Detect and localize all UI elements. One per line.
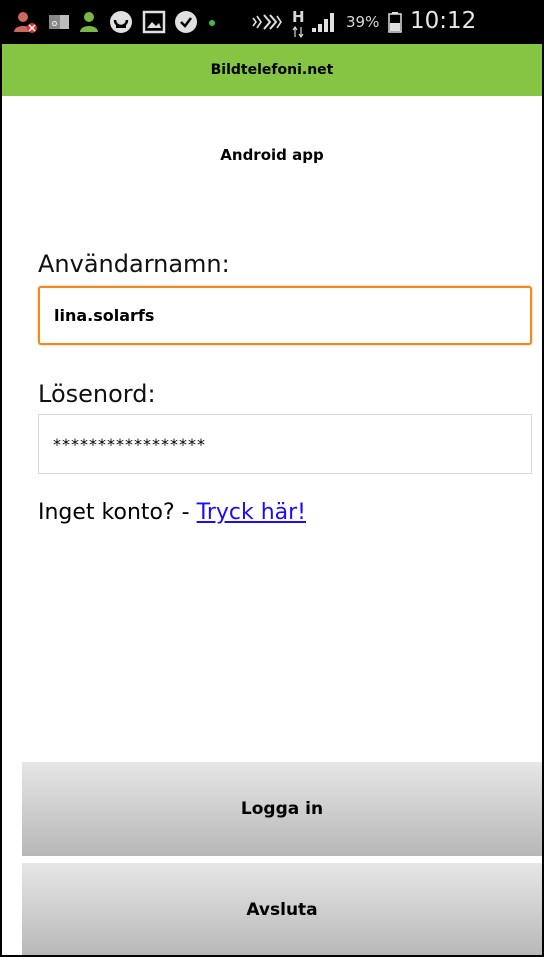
checkmark-icon: [175, 11, 197, 33]
signup-prompt: Inget konto? - Tryck här!: [38, 500, 306, 525]
username-field[interactable]: lina.solarfs: [38, 286, 532, 345]
app-window: o H 39% 10:12 Bildtelefoni.net Android a…: [0, 0, 544, 957]
network-type-label: H: [292, 8, 305, 26]
app-title: Bildtelefoni.net: [210, 62, 334, 78]
username-label: Användarnamn:: [38, 250, 230, 278]
svg-text:o: o: [52, 19, 58, 29]
app-title-bar: Bildtelefoni.net: [2, 44, 542, 96]
nfc-vibrate-icon: [252, 14, 282, 30]
contact-icon: [80, 12, 98, 32]
battery-percent: 39%: [346, 13, 380, 31]
outlook-icon: o: [49, 15, 69, 29]
login-button[interactable]: Logga in: [22, 762, 542, 856]
contact-blocked-icon: [14, 12, 37, 33]
battery-icon: [388, 12, 402, 33]
exit-button[interactable]: Avsluta: [22, 863, 542, 955]
signup-text: Inget konto? -: [38, 500, 197, 525]
notification-dot-icon: [209, 20, 215, 26]
signal-icon: [312, 13, 334, 32]
page-subtitle: Android app: [220, 146, 324, 164]
podcast-icon: [110, 11, 132, 33]
status-bar: o H 39% 10:12: [2, 0, 542, 44]
signup-link[interactable]: Tryck här!: [197, 500, 306, 525]
password-label: Lösenord:: [38, 380, 156, 408]
password-field[interactable]: *****************: [38, 414, 532, 474]
gallery-icon: [142, 10, 166, 34]
data-arrows-icon: [292, 26, 304, 38]
clock: 10:12: [410, 8, 477, 34]
